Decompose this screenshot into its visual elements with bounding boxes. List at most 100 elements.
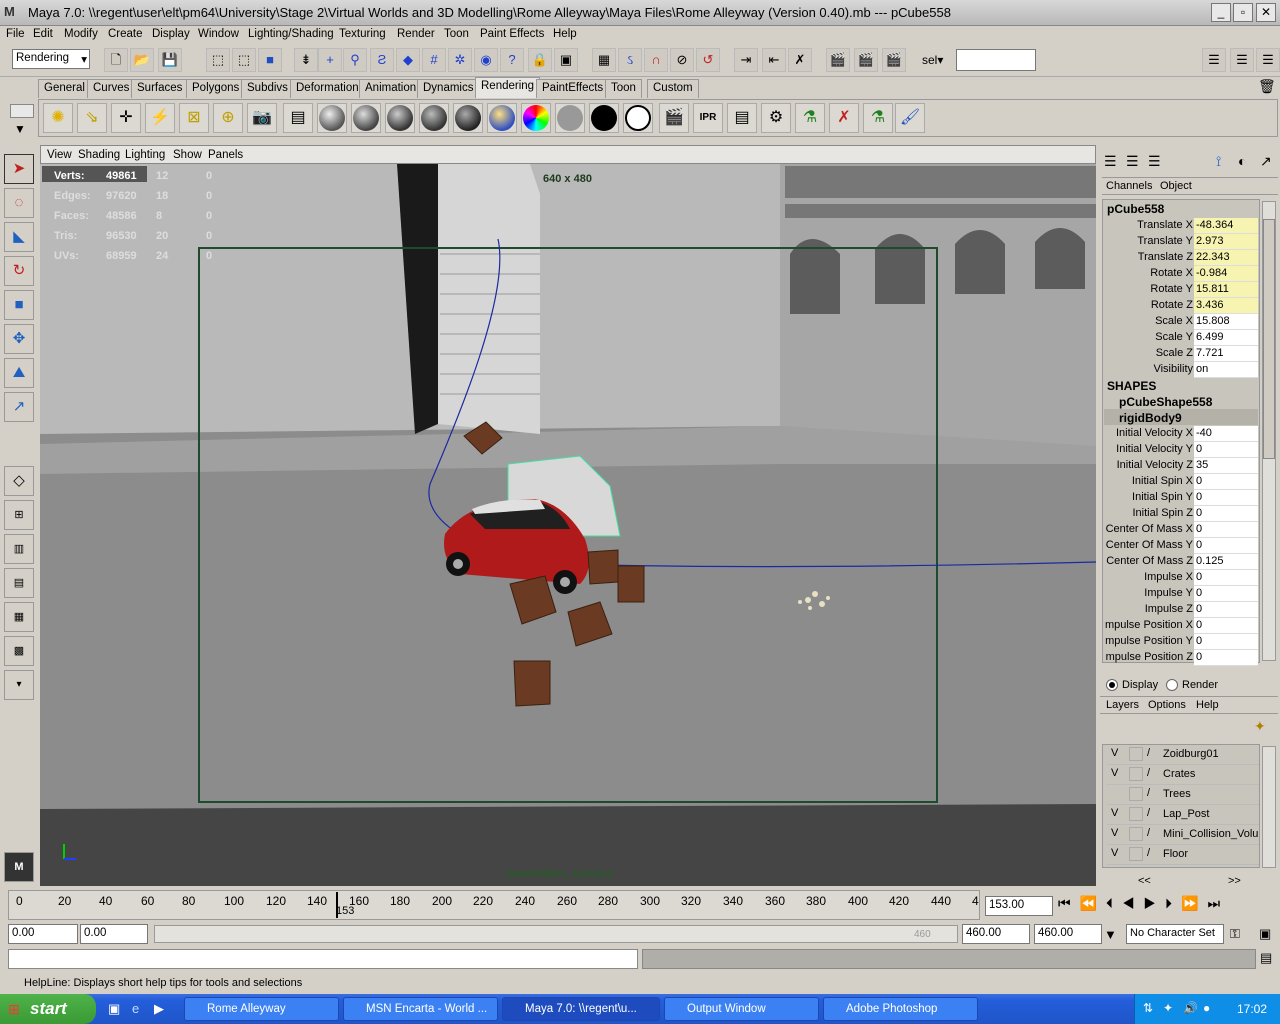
play-backwards-icon[interactable]: ◀ [1122,895,1144,911]
lasso-tool-icon[interactable]: ◌ [4,188,34,218]
layer-row-crates[interactable]: V / Crates [1107,765,1259,785]
channel-translate-z[interactable]: Translate Z 22.343 [1104,250,1258,266]
perspective-viewport[interactable]: Verts: 49861 12 0 Edges: 97620 18 0 Face… [40,164,1096,886]
save-scene-icon[interactable]: 💾 [158,48,182,72]
go-to-start-icon[interactable]: ⏮ [1058,895,1080,911]
shading-mode-icon[interactable]: ◐ [1238,153,1246,169]
shelf-tab-subdivs[interactable]: Subdivs [241,79,294,98]
animation-preferences-icon[interactable]: ▣ [1259,926,1271,942]
shading-map-icon[interactable] [557,105,583,131]
panel-menu-lighting[interactable]: Lighting [125,149,165,161]
blinn-material-icon[interactable] [353,105,379,131]
menu-create[interactable]: Create [108,28,143,40]
select-object-icon[interactable]: ⬚ [232,48,256,72]
script-editor-icon[interactable]: ▤ [1260,950,1272,966]
channel-box-scroll-thumb[interactable] [1263,219,1275,459]
menuset-dropdown[interactable]: Rendering ▾ [12,49,90,69]
channel-initial-velocity-x[interactable]: Initial Velocity X -40 [1104,426,1258,442]
channel-initial-spin-z[interactable]: Initial Spin Z0 [1104,506,1258,522]
snap-grid-icon[interactable]: + [318,48,342,72]
tray-network-icon[interactable]: ⇅ [1143,1001,1153,1015]
input-operation-icon[interactable]: ⇥ [734,48,758,72]
scroll-left-button[interactable]: << [1138,875,1151,887]
snap-view-plane-icon[interactable]: ◆ [396,48,420,72]
surface-shader-icon[interactable] [591,105,617,131]
shelf-tab-polygons[interactable]: Polygons [186,79,246,98]
channel-initial-velocity-y[interactable]: Initial Velocity Y0 [1104,442,1258,458]
animation-end-field[interactable]: 460.00 [1034,924,1102,944]
ramp-shader-icon[interactable] [523,105,549,131]
constraint-icon[interactable]: ઽ [618,48,642,72]
grid-toggle-icon[interactable]: ▦ [592,48,616,72]
channel-box-toggle-icon[interactable]: ☰ [1256,48,1280,72]
use-background-icon[interactable] [625,105,651,131]
symmetry-icon[interactable]: ↺ [696,48,720,72]
layers-menu[interactable]: Layers [1106,699,1139,711]
menu-file[interactable]: File [6,28,25,40]
channel-impulse-x[interactable]: Impulse X0 [1104,570,1258,586]
ipr-magic-icon[interactable]: ✗ [788,48,812,72]
sel-label[interactable]: sel▾ [922,53,943,67]
shelf-tab-painteffects[interactable]: PaintEffects [536,79,610,98]
directional-light-icon[interactable]: ⇘ [77,103,107,133]
camera-icon[interactable]: 📷 [247,103,277,133]
channel-rotate-x[interactable]: Rotate X -0.984 [1104,266,1258,282]
graph-editor-layout-icon[interactable]: ▤ [4,568,34,598]
channel-translate-y[interactable]: Translate Y 2.973 [1104,234,1258,250]
render-current-frame-icon[interactable]: 🎬 [659,103,689,133]
channel-layer-mode-icon[interactable]: ☰ [1148,153,1161,170]
rotate-tool-icon[interactable]: ↻ [4,256,34,286]
panel-menu-panels[interactable]: Panels [208,149,243,161]
channel-impulse-z[interactable]: Impulse Z0 [1104,602,1258,618]
current-frame-field[interactable]: 153.00 [985,896,1053,916]
character-set-field[interactable]: No Character Set [1126,924,1224,944]
channel-initial-velocity-z[interactable]: Initial Velocity Z 35 [1104,458,1258,474]
shelf-tab-toon[interactable]: Toon [605,79,642,98]
ipr-render-shelf-icon[interactable]: IPR [693,103,723,133]
panel-menu-shading[interactable]: Shading [78,149,120,161]
close-button[interactable]: ✕ [1256,3,1276,22]
menu-help[interactable]: Help [553,28,577,40]
render-settings-icon[interactable]: ▤ [727,103,757,133]
shelf-dropdown-icon[interactable]: ▼ [14,122,26,136]
display-radio[interactable] [1106,679,1118,691]
menu-paint-effects[interactable]: Paint Effects [480,28,544,40]
maya-app-icon[interactable]: M [4,4,22,22]
lambert-material-icon[interactable] [387,105,413,131]
channel-translate-x[interactable]: Translate X -48.364 [1104,218,1258,234]
hardware-render-icon[interactable]: ⚗ [863,103,893,133]
anisotropic-material-icon[interactable] [319,105,345,131]
paint-select-tool-icon[interactable]: ◣ [4,222,34,252]
channel-box-mode-icon[interactable]: ☰ [1104,153,1117,170]
layer-help-menu[interactable]: Help [1196,699,1219,711]
hypershade-layout-icon[interactable]: ▦ [4,602,34,632]
scale-tool-icon[interactable]: ■ [4,290,34,320]
menu-render[interactable]: Render [397,28,435,40]
scroll-right-button[interactable]: >> [1228,875,1241,887]
channel-scale-x[interactable]: Scale X 15.808 [1104,314,1258,330]
channel-impulse-position-z[interactable]: mpulse Position Z0 [1104,650,1258,666]
channel-rotate-z[interactable]: Rotate Z 3.436 [1104,298,1258,314]
layer-row-floor[interactable]: V / Floor [1107,845,1259,865]
channel-rotate-y[interactable]: Rotate Y 15.811 [1104,282,1258,298]
layer-editor-mode-icon[interactable]: ☰ [1126,153,1139,170]
layer-scrollbar[interactable] [1262,746,1276,868]
channel-center-of-mass-x[interactable]: Center Of Mass X0 [1104,522,1258,538]
cancel-render-icon[interactable]: ✗ [829,103,859,133]
panel-menu-view[interactable]: View [47,149,72,161]
snap-point-icon[interactable]: Ƨ [370,48,394,72]
channel-initial-spin-y[interactable]: Initial Spin Y0 [1104,490,1258,506]
channel-impulse-position-x[interactable]: mpulse Position X0 [1104,618,1258,634]
point-light-icon[interactable]: ✛ [111,103,141,133]
channel-impulse-position-y[interactable]: mpulse Position Y0 [1104,634,1258,650]
task-msn-encarta[interactable]: MSN Encarta - World ... [343,997,498,1021]
paint-brush-icon[interactable]: 🖌 [895,103,925,133]
menu-display[interactable]: Display [152,28,190,40]
sel-field[interactable] [956,49,1036,71]
magnet-icon[interactable]: ∩ [644,48,668,72]
trash-icon[interactable]: 🗑 [1258,78,1276,95]
playback-end-field[interactable]: 460.00 [962,924,1030,944]
options-menu[interactable]: Options [1148,699,1186,711]
shelf-tab-curves[interactable]: Curves [87,79,136,98]
manipulator-mode-icon[interactable]: ↗ [1260,153,1272,170]
